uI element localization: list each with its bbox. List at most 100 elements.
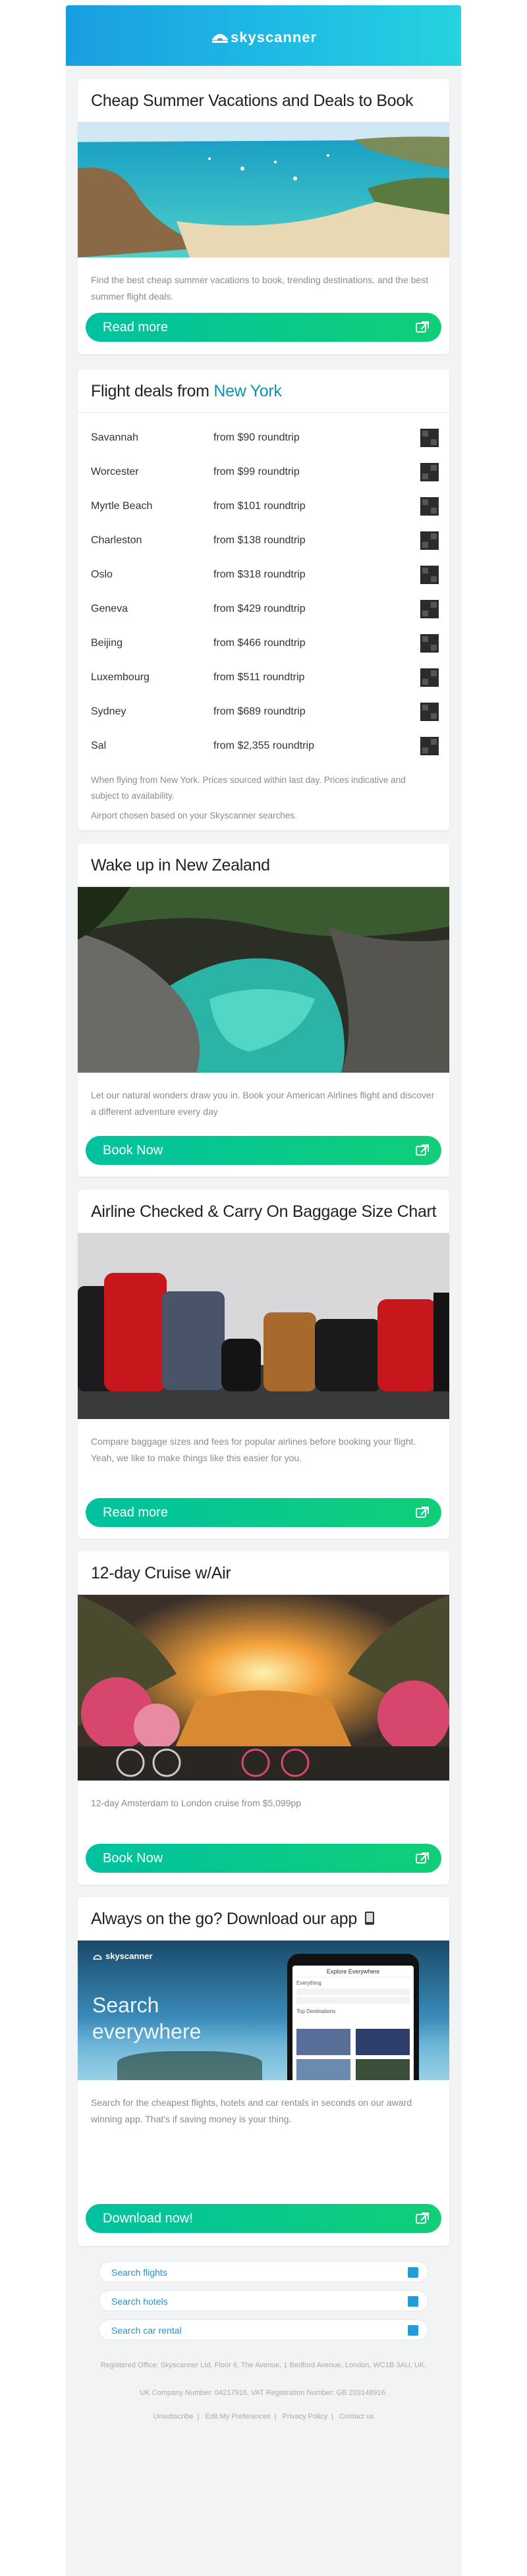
deal-price: from $138 roundtrip [213, 535, 306, 546]
download-now-button[interactable]: Download now! [86, 2204, 441, 2233]
deal-destination: Sal [91, 740, 107, 751]
book-now-button[interactable]: Book Now [86, 1844, 441, 1873]
gorge-river-image[interactable] [78, 887, 449, 1073]
card-title: Airline Checked & Carry On Baggage Size … [78, 1190, 449, 1233]
deal-destination: Beijing [91, 637, 123, 649]
card-title: Always on the go? Download our app [78, 1897, 449, 1941]
legal-address: Registered Office: Skyscanner Ltd, Floor… [100, 2361, 427, 2369]
deal-row[interactable]: Worcester from $99 roundtrip [91, 455, 439, 489]
deal-price: from $466 roundtrip [213, 637, 306, 649]
sunrise-logo-icon [93, 1954, 102, 1960]
card-description: 12-day Amsterdam to London cruise from $… [91, 1798, 302, 1808]
app-promo-banner[interactable]: skyscanner Search everywhere Explore Eve… [78, 1941, 449, 2080]
card-description: Compare baggage sizes and fees for popul… [91, 1436, 416, 1463]
deal-price: from $99 roundtrip [213, 466, 300, 477]
contact-us-link[interactable]: Contact us [339, 2413, 374, 2421]
deal-row[interactable]: Sydney from $689 roundtrip [91, 695, 439, 729]
deal-price: from $429 roundtrip [213, 603, 306, 614]
luggage-image[interactable] [78, 1233, 449, 1419]
phone-section-label: Top Destinations [296, 2008, 336, 2014]
deal-destination: Geneva [91, 603, 128, 614]
search-flights-link[interactable]: Search flights [99, 2261, 428, 2282]
article-card-summer: Cheap Summer Vacations and Deals to Book… [78, 79, 449, 354]
promo-logo: skyscanner [92, 1951, 153, 1961]
deal-destination: Charleston [91, 535, 142, 546]
search-hotels-link[interactable]: Search hotels [99, 2290, 428, 2311]
destination-thumbnail [420, 668, 439, 687]
deal-destination: Worcester [91, 466, 139, 477]
skyscanner-logo[interactable]: skyscanner [204, 24, 323, 47]
amsterdam-canal-image[interactable] [78, 1595, 449, 1781]
deal-row[interactable]: Savannah from $90 roundtrip [91, 421, 439, 455]
deal-destination: Savannah [91, 432, 139, 443]
legal-links: Unsubscribe | Edit My Preferences | Privac… [153, 2413, 374, 2421]
deal-row[interactable]: Sal from $2,355 roundtrip [91, 729, 439, 763]
destination-thumbnail [420, 703, 439, 721]
deal-row[interactable]: Charleston from $138 roundtrip [91, 523, 439, 558]
origin-city: New York [213, 382, 282, 400]
app-download-card: Always on the go? Download our app skysc… [78, 1897, 449, 2246]
card-title: 12-day Cruise w/Air [78, 1551, 449, 1595]
legal-registration: UK Company Number: 04217916. VAT Registr… [140, 2389, 387, 2397]
deal-destination: Sydney [91, 706, 126, 717]
destination-thumbnail [420, 463, 439, 481]
phone-section-label: Everything [296, 1980, 321, 1986]
external-arrow-icon [416, 321, 429, 333]
deal-destination: Luxembourg [91, 672, 150, 683]
deal-price: from $689 roundtrip [213, 706, 306, 717]
destination-thumbnail [420, 531, 439, 550]
phone-app-header: Explore Everywhere [292, 1966, 414, 1977]
flight-icon [408, 2267, 418, 2278]
deal-row[interactable]: Beijing from $466 roundtrip [91, 626, 439, 660]
read-more-button[interactable]: Read more [86, 1498, 441, 1527]
external-arrow-icon [416, 1144, 429, 1156]
external-arrow-icon [416, 1852, 429, 1864]
article-card-baggage: Airline Checked & Carry On Baggage Size … [78, 1190, 449, 1539]
destination-thumbnail [420, 737, 439, 755]
flight-deals-title: Flight deals from New York [78, 369, 449, 413]
deal-destination: Oslo [91, 569, 113, 580]
article-card-cruise: 12-day Cruise w/Air 12-day Amsterdam to … [78, 1551, 449, 1885]
deal-price: from $90 roundtrip [213, 432, 300, 443]
external-arrow-icon [416, 2213, 429, 2224]
deal-destination: Myrtle Beach [91, 500, 153, 512]
button-label: Read more [103, 320, 168, 335]
title-prefix: Flight deals from [91, 382, 214, 400]
app-title-text: Always on the go? Download our app [91, 1910, 357, 1928]
promo-logo-text: skyscanner [105, 1951, 153, 1961]
destination-thumbnail [420, 634, 439, 653]
mobile-phone-icon [364, 1912, 374, 1925]
unsubscribe-link[interactable]: Unsubscribe [153, 2413, 193, 2421]
external-arrow-icon [416, 1507, 429, 1518]
hotel-icon [408, 2296, 418, 2307]
card-description: Let our natural wonders draw you in. Boo… [91, 1090, 435, 1117]
read-more-button[interactable]: Read more [86, 313, 441, 342]
destination-thumbnail [420, 429, 439, 447]
card-title: Cheap Summer Vacations and Deals to Book [78, 79, 449, 122]
deal-row[interactable]: Luxembourg from $511 roundtrip [91, 660, 439, 695]
card-title: Wake up in New Zealand [78, 844, 449, 887]
deal-row[interactable]: Myrtle Beach from $101 roundtrip [91, 489, 439, 523]
card-description: Search for the cheapest flights, hotels … [91, 2097, 412, 2124]
deal-row[interactable]: Geneva from $429 roundtrip [91, 592, 439, 626]
link-label: Search flights [111, 2267, 167, 2278]
privacy-policy-link[interactable]: Privacy Policy [283, 2413, 327, 2421]
destination-thumbnail [420, 600, 439, 618]
car-icon [408, 2325, 418, 2336]
book-now-button[interactable]: Book Now [86, 1136, 441, 1165]
search-car-rental-link[interactable]: Search car rental [99, 2319, 428, 2340]
email-header: skyscanner [66, 5, 461, 66]
phone-mockup: Explore Everywhere Everything Top Destin… [287, 1954, 419, 2080]
deal-row[interactable]: Oslo from $318 roundtrip [91, 558, 439, 592]
deal-price: from $101 roundtrip [213, 500, 306, 512]
beach-hero-image[interactable] [78, 122, 449, 257]
email-container: skyscanner Cheap Summer Vacations and De… [66, 5, 461, 2576]
deal-price: from $511 roundtrip [213, 672, 305, 683]
button-label: Download now! [103, 2211, 193, 2226]
deal-price: from $318 roundtrip [213, 569, 306, 580]
deals-disclaimer: When flying from New York. Prices source… [91, 775, 406, 801]
button-label: Book Now [103, 1143, 163, 1158]
edit-preferences-link[interactable]: Edit My Preferences [206, 2413, 271, 2421]
destination-thumbnail [420, 566, 439, 584]
palm-silhouette [117, 2051, 262, 2080]
